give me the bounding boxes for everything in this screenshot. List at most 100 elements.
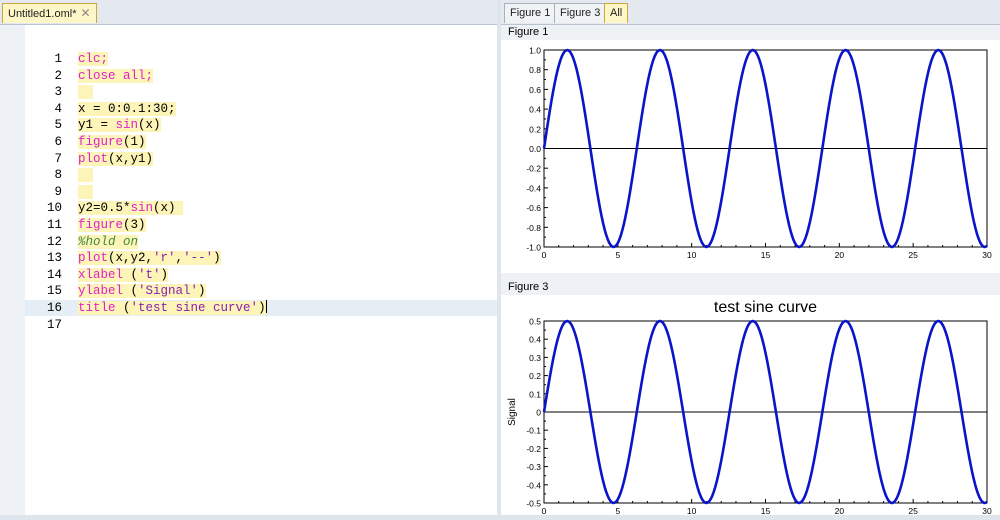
x-tick-label: 10 <box>687 250 697 260</box>
chart-title: test sine curve <box>714 299 817 316</box>
y-tick-label: -0.2 <box>526 164 541 174</box>
y-tick-label: -1.0 <box>526 243 541 253</box>
y-tick-label: -0.3 <box>526 462 541 472</box>
code-line[interactable]: 15 ylabel ('Signal') <box>25 283 497 299</box>
x-tick-label: 10 <box>687 506 697 515</box>
line-number: 14 <box>46 267 62 282</box>
code-text: x = 0:0.1:30; <box>78 101 176 116</box>
x-tick-label: 30 <box>982 506 992 515</box>
y-tick-label: 0.5 <box>529 317 541 327</box>
x-tick-label: 15 <box>761 250 771 260</box>
code-editor[interactable]: 1 clc; 2 close all; 3 4 x = 0:0.1:30; 5 y1 = si… <box>0 25 497 515</box>
code-line[interactable]: 10 y2=0.5*sin(x) <box>25 200 497 216</box>
line-number: 8 <box>54 168 62 183</box>
y-tick-label: 0.4 <box>529 105 541 115</box>
x-tick-label: 20 <box>835 506 845 515</box>
code-text <box>78 167 94 183</box>
tab-figure-1[interactable]: Figure 1 <box>504 3 557 23</box>
line-number: 11 <box>46 218 62 232</box>
x-tick-label: 0 <box>542 506 547 515</box>
code-text: ylabel ('Signal') <box>78 284 206 299</box>
figure-1-canvas[interactable]: 1.0 0.8 0.6 0.4 0.2 0.0 -0.2 -0.4 -0.6 -0.8 -1.0 0 5… <box>501 40 1000 273</box>
y-axis-label: Signal <box>507 398 518 426</box>
tab-figure-3[interactable]: Figure 3 <box>554 3 607 23</box>
y-tick-label: -0.4 <box>526 480 541 490</box>
line-number: 9 <box>54 184 62 199</box>
code-line[interactable]: 2 close all; <box>25 68 497 84</box>
code-line[interactable]: 4 x = 0:0.1:30; <box>25 101 497 117</box>
line-number: 13 <box>46 251 62 266</box>
code-text: figure(1) <box>78 135 146 149</box>
code-text: close all; <box>78 68 154 83</box>
y-tick-label: 0.4 <box>529 335 541 345</box>
code-text: plot(x,y1) <box>78 151 154 166</box>
figure-tab-bar: Figure 1 Figure 3 All <box>501 0 1000 25</box>
code-text: %hold on <box>78 234 139 249</box>
code-text <box>78 184 94 200</box>
y-tick-label: -0.2 <box>526 444 541 454</box>
editor-tab-bar: Untitled1.oml* ✕ <box>0 0 497 25</box>
code-text: y2=0.5*sin(x) <box>78 201 184 216</box>
code-line[interactable]: 1 clc; <box>25 51 497 67</box>
code-line[interactable]: 6 figure(1) <box>25 134 497 150</box>
tab-label: All <box>610 7 623 19</box>
code-line[interactable]: 14 xlabel ('t') <box>25 267 497 283</box>
y-tick-label: -0.6 <box>526 203 541 213</box>
x-tick-label: 0 <box>542 250 547 260</box>
code-line[interactable]: 7 plot(x,y1) <box>25 151 497 167</box>
y-tick-label: 0.1 <box>529 389 541 399</box>
code-text: title ('test sine curve') <box>78 300 267 315</box>
code-line[interactable]: 13 plot(x,y2,'r','--') <box>25 250 497 266</box>
line-number: 15 <box>46 284 62 299</box>
line-number: 4 <box>54 101 62 116</box>
figure-3-chart: 0.50.40.30.20.10-0.1-0.2-0.3-0.4-0.50 5 10… <box>507 299 992 516</box>
y-tick-label: -0.8 <box>526 223 541 233</box>
tab-label: Figure 3 <box>560 7 601 19</box>
y-tick-label: 0 <box>536 408 541 418</box>
editor-tab-label: Untitled1.oml* <box>8 8 77 20</box>
code-line[interactable]: 17 <box>25 317 497 333</box>
line-number: 5 <box>54 118 62 133</box>
y-tick-label: 0.2 <box>529 124 541 134</box>
tab-all[interactable]: All <box>604 3 629 23</box>
figure-pane: Figure 1 Figure 3 All Figure 1 1.0 0.8 0.6… <box>501 0 1000 516</box>
code-text <box>78 84 94 100</box>
y-tick-label: 0.0 <box>529 144 541 154</box>
code-line[interactable]: 11 figure(3) <box>25 217 497 233</box>
tab-label: Figure 1 <box>510 7 551 19</box>
close-icon[interactable]: ✕ <box>80 6 90 20</box>
line-number: 2 <box>54 68 62 83</box>
y-tick-label: 0.8 <box>529 65 541 75</box>
code-line[interactable]: 8 <box>25 167 497 183</box>
line-number: 3 <box>54 85 62 100</box>
code-line[interactable]: 16 title ('test sine curve') <box>25 300 497 316</box>
figure-1-title: Figure 1 <box>508 26 549 38</box>
editor-tab-untitled1[interactable]: Untitled1.oml* ✕ <box>2 3 97 23</box>
code-line[interactable]: 9 <box>25 184 497 200</box>
y-tick-label: 1.0 <box>529 46 541 56</box>
figure-1-chart: 1.0 0.8 0.6 0.4 0.2 0.0 -0.2 -0.4 -0.6 -0.8 -1.00 5… <box>526 46 992 261</box>
x-tick-label: 25 <box>908 506 918 515</box>
code-text: xlabel ('t') <box>78 267 169 282</box>
line-number: 16 <box>46 301 62 315</box>
code-line[interactable]: 5 y1 = sin(x) <box>25 117 497 133</box>
x-tick-label: 25 <box>908 250 918 260</box>
x-tick-label: 20 <box>835 250 845 260</box>
line-number: 6 <box>54 135 62 149</box>
editor-pane: Untitled1.oml* ✕ 1 clc; 2 close all; 3 4 x = 0… <box>0 0 497 515</box>
code-line[interactable]: 3 <box>25 84 497 100</box>
code-text: plot(x,y2,'r','--') <box>78 251 221 266</box>
x-tick-label: 15 <box>761 506 771 515</box>
y-tick-label: -0.4 <box>526 183 541 193</box>
code-text: figure(3) <box>78 218 146 232</box>
line-number: 12 <box>46 234 62 249</box>
code-text: clc; <box>78 52 109 66</box>
code-text: y1 = sin(x) <box>78 118 161 133</box>
line-number: 10 <box>46 201 62 216</box>
y-tick-label: -0.5 <box>526 499 541 509</box>
code-line[interactable]: 12 %hold on <box>25 234 497 250</box>
y-tick-label: 0.6 <box>529 85 541 95</box>
figure-3-title: Figure 3 <box>508 281 549 293</box>
figure-3-canvas[interactable]: 0.5 0.4 0.3 0.2 0.1 0 -0.1 -0.2 -0.3 -0.4 -0.5 0 5 10… <box>501 295 1000 516</box>
editor-gutter <box>0 25 25 515</box>
